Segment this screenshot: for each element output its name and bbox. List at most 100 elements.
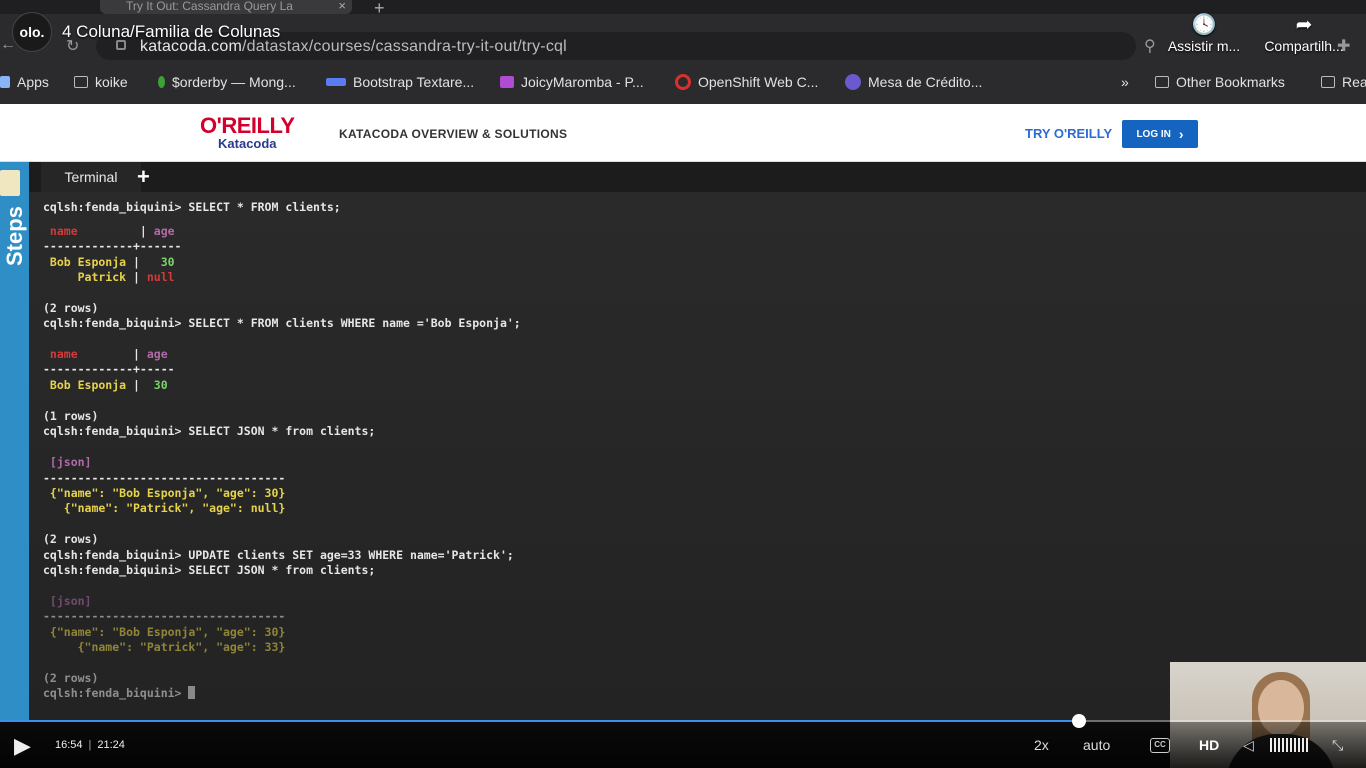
terminal-text: null	[146, 270, 175, 284]
terminal-text: |	[126, 378, 154, 392]
terminal-line: [json]	[43, 594, 92, 608]
channel-logo: olo.	[19, 24, 45, 40]
bookmark-label: OpenShift Web C...	[698, 74, 819, 90]
terminal-line: Patrick | null	[43, 270, 175, 284]
tab-terminal[interactable]: Terminal	[41, 162, 141, 192]
watch-later-button[interactable]: 🕓 Assistir m...	[1162, 14, 1246, 54]
terminal-line: {"name": "Patrick", "age": null}	[43, 501, 286, 515]
progress-fill	[0, 720, 1079, 722]
terminal-line: cqlsh:fenda_biquini> UPDATE clients SET …	[43, 548, 514, 562]
bookmark-label: Apps	[17, 74, 49, 90]
terminal-text: -------------+------	[43, 239, 182, 253]
terminal-text: Bob Esponja	[43, 255, 127, 269]
terminal-output[interactable]: cqlsh:fenda_biquini> SELECT * FROM clien…	[29, 192, 1366, 722]
overview-link[interactable]: KATACODA OVERVIEW & SOLUTIONS	[339, 127, 567, 141]
bookmark-mongo[interactable]: $orderby — Mong...	[158, 74, 296, 90]
terminal-text: |	[77, 224, 154, 238]
video-title[interactable]: 4 Coluna/Familia de Colunas	[62, 22, 280, 42]
channel-avatar[interactable]: olo.	[12, 12, 52, 52]
add-terminal-button[interactable]: +	[137, 164, 150, 190]
hd-button[interactable]: HD	[1199, 737, 1219, 753]
terminal-cursor	[188, 686, 196, 699]
terminal-text: |	[77, 347, 147, 361]
folder-icon	[1155, 76, 1169, 88]
terminal-text: Patrick	[43, 270, 127, 284]
terminal-text: name	[43, 347, 78, 361]
terminal-text: {"name": "Patrick", "age": null}	[43, 501, 286, 515]
terminal-text: cqlsh:fenda_biquini>	[43, 686, 189, 700]
bookmarks-overflow[interactable]: »	[1121, 74, 1129, 90]
terminal-text: |	[126, 270, 147, 284]
folder-icon	[74, 76, 88, 88]
share-label: Compartilh...	[1264, 38, 1344, 54]
mongo-leaf-icon	[158, 76, 165, 88]
terminal-text: cqlsh:fenda_biquini> SELECT JSON * from …	[43, 424, 376, 438]
bookmark-openshift[interactable]: OpenShift Web C...	[675, 74, 818, 90]
current-time: 16:54	[55, 739, 83, 751]
clock-icon: 🕓	[1191, 14, 1217, 36]
terminal-line: {"name": "Patrick", "age": 33}	[43, 640, 286, 654]
bookmark-koike[interactable]: koike	[74, 74, 128, 90]
terminal-text: {"name": "Bob Esponja", "age": 30}	[43, 486, 286, 500]
share-button[interactable]: ➦ Compartilh...	[1262, 14, 1346, 54]
logo-sub: Katacoda	[218, 136, 277, 151]
openshift-icon	[675, 74, 691, 90]
apps-icon	[0, 76, 10, 88]
volume-slider[interactable]	[1270, 738, 1310, 752]
steps-sidebar[interactable]: Steps	[0, 162, 29, 722]
reading-list[interactable]: Rea	[1321, 74, 1366, 90]
terminal-line: cqlsh:fenda_biquini> SELECT * FROM clien…	[43, 200, 341, 214]
terminal-line: (1 rows)	[43, 409, 98, 423]
bookmark-label: Mesa de Crédito...	[868, 74, 983, 90]
reading-list-label: Rea	[1342, 74, 1366, 90]
terminal-text: [json]	[43, 594, 92, 608]
terminal-text: (2 rows)	[43, 671, 99, 685]
close-tab-icon[interactable]: ×	[338, 0, 346, 12]
oreilly-logo[interactable]: O'REILLY Katacoda	[200, 115, 295, 151]
fullscreen-exit-icon[interactable]: ⤡	[1332, 737, 1343, 754]
bookmark-joicy[interactable]: JoicyMaromba - P...	[500, 74, 644, 90]
terminal-text: age	[153, 224, 175, 238]
bookmark-bootstrap[interactable]: Bootstrap Textare...	[326, 74, 474, 90]
quality-auto-button[interactable]: auto	[1083, 737, 1110, 753]
duration: 21:24	[97, 739, 125, 751]
play-icon[interactable]: ▶	[14, 733, 31, 759]
terminal-line: cqlsh:fenda_biquini> SELECT JSON * from …	[43, 424, 375, 438]
terminal-text: (2 rows)	[43, 301, 99, 315]
progress-knob[interactable]	[1072, 714, 1086, 728]
md-icon	[326, 78, 346, 86]
terminal-line: [json]	[43, 455, 92, 469]
volume-icon[interactable]: ◁	[1243, 737, 1254, 754]
terminal-tabs: Terminal +	[29, 162, 1366, 192]
zoom-icon[interactable]: ⚲	[1144, 36, 1156, 56]
url-path: /datastax/courses/cassandra-try-it-out/t…	[242, 38, 567, 55]
bookmark-label: koike	[95, 74, 128, 90]
terminal-line: cqlsh:fenda_biquini> SELECT JSON * from …	[43, 563, 375, 577]
terminal-line: Bob Esponja | 30	[43, 378, 168, 392]
terminal-line: (2 rows)	[43, 671, 98, 685]
login-button[interactable]: LOG IN ›	[1122, 120, 1198, 148]
bookmark-apps[interactable]: Apps	[0, 74, 49, 90]
terminal-line: (2 rows)	[43, 301, 98, 315]
terminal-line: cqlsh:fenda_biquini> SELECT * FROM clien…	[43, 316, 521, 330]
terminal-line: -----------------------------------	[43, 471, 285, 485]
terminal-line: name | age	[43, 347, 168, 361]
terminal-line: {"name": "Bob Esponja", "age": 30}	[43, 625, 285, 639]
try-oreilly-link[interactable]: TRY O'REILLY	[1025, 126, 1112, 141]
terminal-line: {"name": "Bob Esponja", "age": 30}	[43, 486, 285, 500]
watch-later-label: Assistir m...	[1167, 38, 1241, 54]
bookmark-label: JoicyMaromba - P...	[521, 74, 644, 90]
terminal-text: |	[126, 255, 161, 269]
terminal-line: -----------------------------------	[43, 609, 285, 623]
bookmark-mesa[interactable]: Mesa de Crédito...	[845, 74, 982, 90]
speed-button[interactable]: 2x	[1034, 737, 1049, 753]
terminal-line: -------------+------	[43, 239, 181, 253]
other-bookmarks[interactable]: Other Bookmarks	[1155, 74, 1285, 90]
other-bookmarks-label: Other Bookmarks	[1176, 74, 1285, 90]
terminal-text: -----------------------------------	[43, 471, 286, 485]
browser-tab[interactable]: Try It Out: Cassandra Query La ×	[100, 0, 352, 14]
terminal-text: cqlsh:fenda_biquini> SELECT * FROM clien…	[43, 316, 521, 330]
captions-button[interactable]: CC	[1150, 738, 1170, 753]
bookmarks-bar: Apps koike $orderby — Mong... Bootstrap …	[0, 66, 1366, 100]
new-tab-button[interactable]: +	[374, 0, 385, 19]
